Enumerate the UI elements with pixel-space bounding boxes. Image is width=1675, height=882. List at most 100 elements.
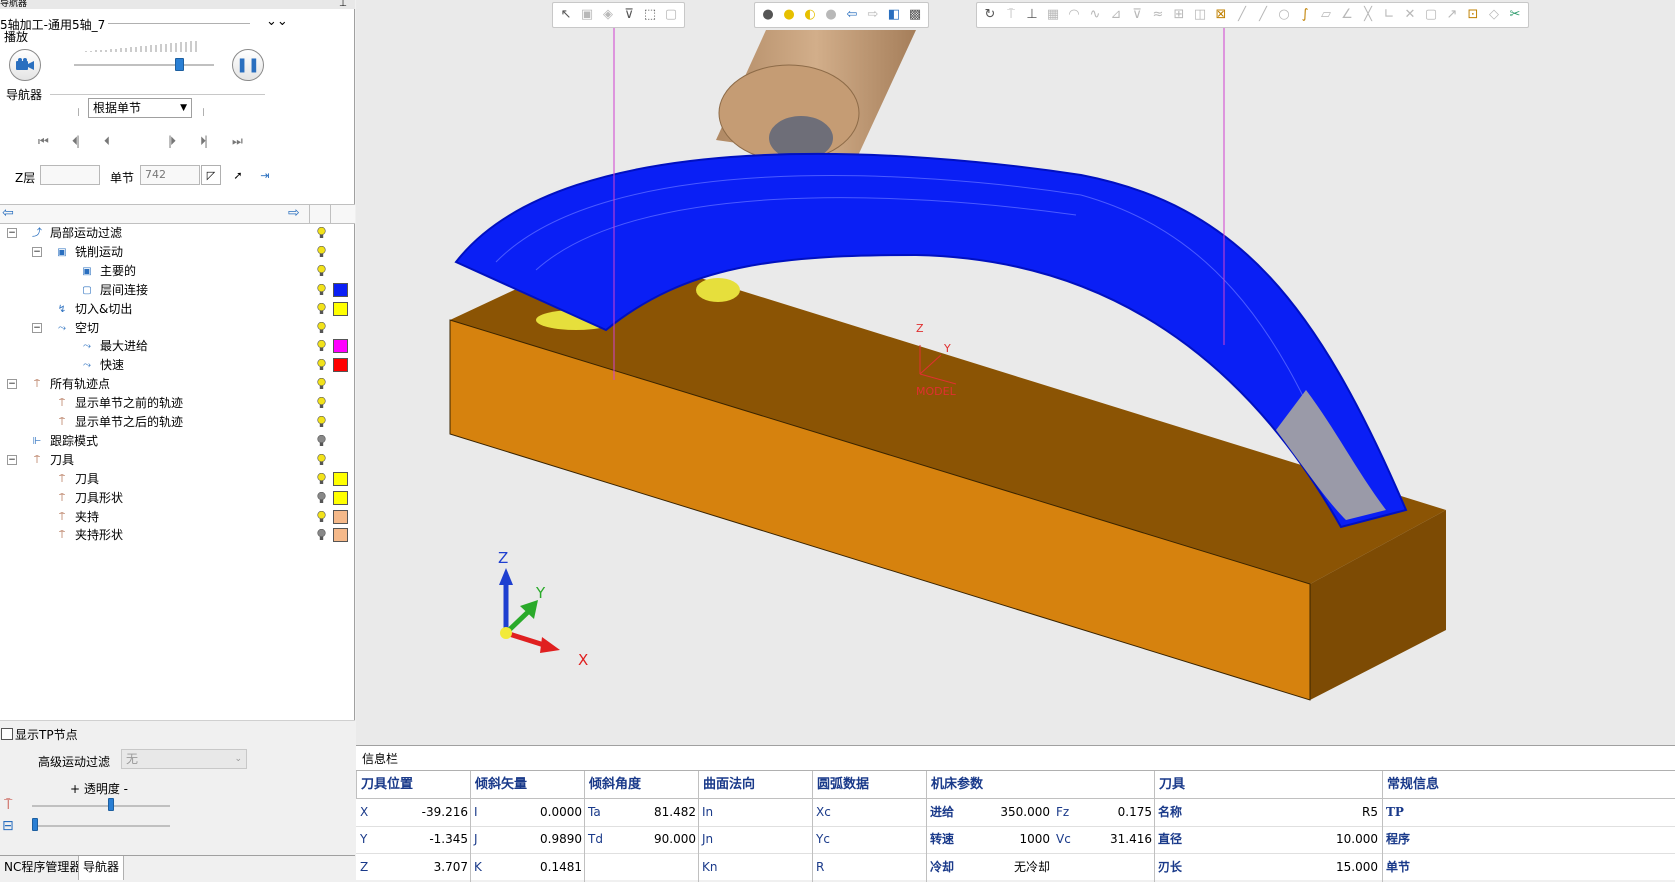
parallelogram-icon[interactable]: ▱ [1317, 6, 1335, 24]
collapse-toggle-icon[interactable]: − [32, 246, 42, 257]
z-layer-input[interactable] [40, 165, 100, 185]
tree-item[interactable]: ⍑ 刀具 [0, 470, 355, 489]
arrow-right-icon[interactable]: ⇨ [288, 205, 300, 221]
visibility-bulb-icon[interactable] [317, 397, 326, 409]
layer-icon[interactable]: ⊞ [1170, 6, 1188, 24]
tree-item[interactable]: ⍑ 夹持 [0, 508, 355, 527]
visibility-bulb-icon[interactable] [317, 453, 326, 466]
camera-record-button[interactable] [9, 49, 41, 81]
cube-icon[interactable]: ◧ [885, 6, 903, 24]
step-mode-select[interactable]: 根据单节 ▼ [88, 98, 192, 118]
pointer-icon[interactable]: ↖ [557, 6, 575, 24]
color-swatch[interactable] [333, 528, 348, 543]
wave-icon[interactable]: ≈ [1149, 6, 1167, 24]
light-on-icon[interactable]: ● [780, 6, 798, 24]
light-off-icon[interactable]: ● [759, 6, 777, 24]
arrow-left-icon[interactable]: ⇦ [2, 205, 14, 221]
export-icon[interactable]: ⇥ [255, 165, 275, 185]
collapse-toggle-icon[interactable]: − [7, 228, 17, 238]
arrow-left-icon[interactable]: ⇦ [843, 6, 861, 24]
collapse-toggle-icon[interactable]: − [7, 379, 17, 390]
tree-item[interactable]: ⍑ 显示单节之前的轨迹 [0, 394, 355, 413]
last-block-button[interactable]: ⏭ [232, 134, 243, 149]
axis-icon[interactable]: ⊥ [1023, 6, 1041, 24]
3d-viewport[interactable]: Z Y MODEL Z Y X ↖ ▣ ◈ ⊽ ⬚ ▢ ● ● ◐ ● ⇦ ⇨ … [356, 0, 1675, 745]
color-swatch[interactable] [333, 282, 348, 297]
tree-item[interactable]: ⍑ 夹持形状 [0, 526, 355, 545]
block-number-input[interactable]: 742 [140, 165, 200, 185]
speed-slider-thumb[interactable] [175, 58, 184, 71]
tree-item[interactable]: ⍑ 显示单节之后的轨迹 [0, 413, 355, 432]
tree-item[interactable]: ↯ 切入&切出 [0, 300, 355, 319]
show-tp-nodes-checkbox[interactable] [1, 728, 13, 740]
visibility-bulb-icon[interactable] [317, 340, 326, 352]
pause-button[interactable]: ❚❚ [232, 49, 264, 81]
vector-icon[interactable]: ↗ [1443, 6, 1461, 24]
window-select-icon[interactable]: ⬚ [641, 6, 659, 24]
tree-item[interactable]: ⊩ 跟踪模式 [0, 432, 355, 451]
first-block-button[interactable]: ⏮ [38, 134, 49, 149]
step-back-button[interactable]: ⏴ [104, 134, 110, 149]
angle-icon[interactable]: ∟ [1380, 6, 1398, 24]
select-surface-icon[interactable]: ◈ [599, 6, 617, 24]
select-arrow-icon[interactable]: ➚ [228, 165, 248, 185]
tab-nc-manager[interactable]: NC程序管理器 [0, 856, 87, 880]
pin-icon[interactable]: ⊥ [339, 0, 347, 9]
measure-icon[interactable]: ⊿ [1107, 6, 1125, 24]
tool-transparency-thumb[interactable] [108, 798, 114, 811]
visibility-bulb-icon[interactable] [317, 302, 326, 315]
tree-item[interactable]: ⍑ 刀具形状 [0, 489, 355, 508]
spline-icon[interactable]: ∫ [1296, 6, 1314, 24]
prev-step-button[interactable]: ⏴| [72, 134, 80, 149]
speed-slider-track[interactable] [74, 64, 214, 66]
grid-icon[interactable]: ▦ [1044, 6, 1062, 24]
light-partial-icon[interactable]: ◐ [801, 6, 819, 24]
stock-transparency-thumb[interactable] [32, 818, 38, 831]
collapse-toggle-icon[interactable]: − [32, 322, 42, 333]
tree-item[interactable]: ▣ 主要的 [0, 262, 355, 281]
visibility-bulb-icon[interactable] [317, 416, 326, 428]
color-swatch[interactable] [333, 358, 348, 373]
rotate-icon[interactable]: ↻ [981, 6, 999, 24]
shading-icon[interactable]: ▩ [906, 6, 924, 24]
view-box-icon[interactable]: ▢ [662, 6, 680, 24]
line-icon[interactable]: ╱ [1233, 6, 1251, 24]
filter-icon[interactable]: ⊽ [620, 6, 638, 24]
visibility-bulb-icon[interactable] [317, 264, 326, 277]
arrow-right-icon[interactable]: ⇨ [864, 6, 882, 24]
cross-icon[interactable]: ╳ [1359, 6, 1377, 24]
cross-icon[interactable]: ✕ [1401, 6, 1419, 24]
select-box-icon[interactable]: ▣ [578, 6, 596, 24]
tool-path-icon[interactable]: ⍑ [1002, 6, 1020, 24]
box-icon[interactable]: ◫ [1191, 6, 1209, 24]
visibility-bulb-icon[interactable] [317, 491, 326, 504]
collapse-chevron-icon[interactable]: ⌄⌄ [266, 14, 288, 29]
visibility-bulb-icon[interactable] [317, 378, 326, 390]
visibility-bulb-icon[interactable] [317, 321, 326, 334]
tree-item[interactable]: − ⤴ 局部运动过滤 [0, 224, 355, 243]
tree-item[interactable]: − ⍑ 所有轨迹点 [0, 375, 355, 394]
step-forward-button[interactable]: |⏵ [168, 134, 176, 149]
circle-icon[interactable]: ○ [1275, 6, 1293, 24]
tools-icon[interactable]: ✂ [1506, 6, 1524, 24]
cube-icon[interactable]: ◇ [1485, 6, 1503, 24]
visibility-bulb-icon[interactable] [317, 472, 326, 485]
frame-icon[interactable]: ▢ [1422, 6, 1440, 24]
tab-navigator[interactable]: 导航器 [78, 856, 125, 880]
collapse-toggle-icon[interactable]: − [7, 454, 17, 465]
tree-item[interactable]: − ⍑ 刀具 [0, 451, 355, 470]
color-swatch[interactable] [333, 509, 348, 524]
go-to-block-icon[interactable]: ◸ [201, 165, 221, 185]
curve-icon[interactable]: ∿ [1086, 6, 1104, 24]
point-icon[interactable]: ⊡ [1464, 6, 1482, 24]
tree-item[interactable]: − ⤳ 空切 [0, 319, 355, 338]
color-swatch[interactable] [333, 339, 348, 354]
filter-icon[interactable]: ⊽ [1128, 6, 1146, 24]
angle-icon[interactable]: ∠ [1338, 6, 1356, 24]
tree-item[interactable]: ⤳ 最大进给 [0, 337, 355, 356]
visibility-bulb-icon[interactable] [317, 529, 326, 541]
tool-transparency-track[interactable] [32, 805, 170, 807]
color-swatch[interactable] [333, 301, 348, 316]
visibility-bulb-icon[interactable] [317, 227, 326, 239]
visibility-bulb-icon[interactable] [317, 359, 326, 371]
